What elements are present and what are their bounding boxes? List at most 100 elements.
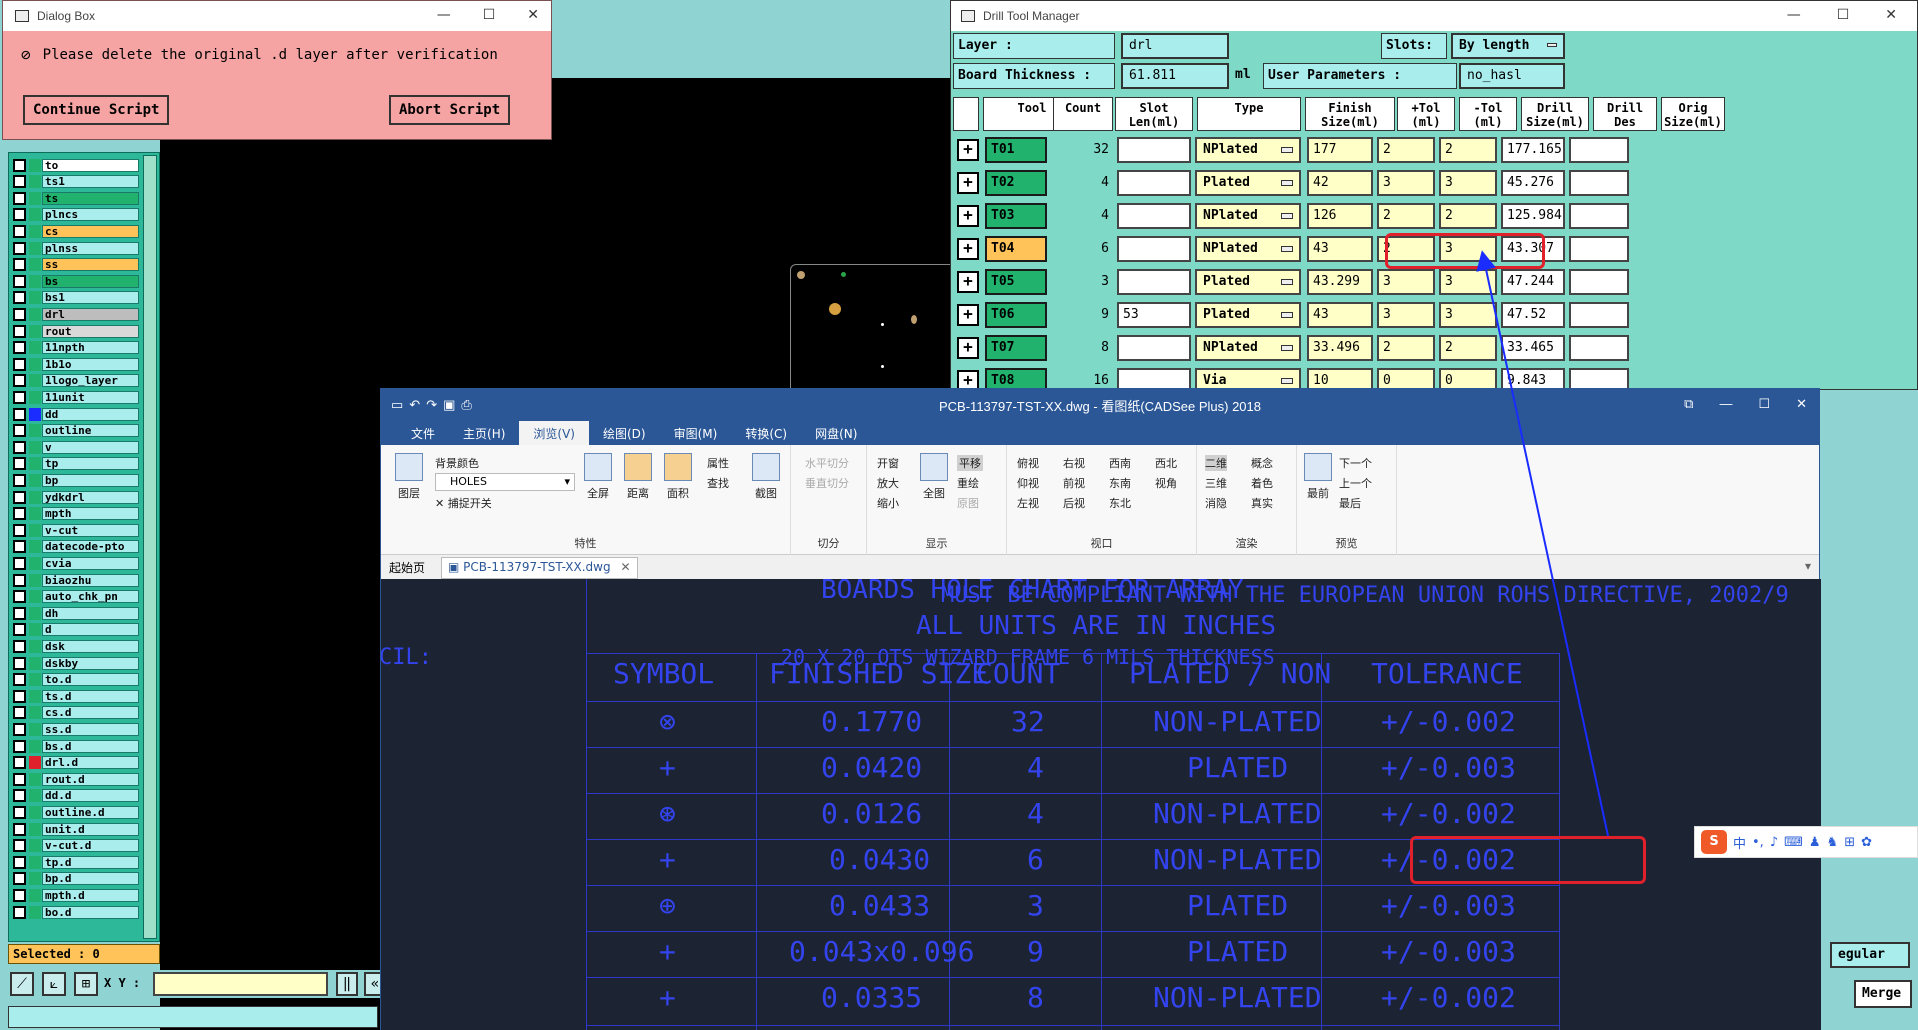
type-dropdown[interactable]: NPlated (1195, 203, 1301, 229)
front-button[interactable]: 最前 (1303, 453, 1333, 501)
plus-tol-input[interactable]: 2 (1377, 335, 1435, 361)
minimize-icon[interactable]: — (1719, 396, 1732, 412)
layer-visibility-checkbox[interactable] (13, 756, 26, 770)
view-button[interactable]: 东南 (1109, 475, 1131, 491)
menu-item[interactable]: 浏览(V) (519, 421, 589, 445)
layer-row[interactable]: 1b1o (13, 357, 139, 371)
layer-row[interactable]: mpth (13, 507, 139, 521)
next-button[interactable]: 下一个 (1339, 455, 1372, 471)
render-mode-button[interactable]: 三维 (1205, 475, 1227, 491)
view-button[interactable]: 俯视 (1017, 455, 1039, 471)
layer-visibility-checkbox[interactable] (13, 822, 26, 836)
restore-icon[interactable]: ⧉ (1684, 396, 1693, 412)
tab-list-icon[interactable]: ▾ (1805, 559, 1811, 573)
layer-row[interactable]: dd (13, 407, 139, 421)
tab-document[interactable]: ▣ PCB-113797-TST-XX.dwg ✕ (441, 557, 638, 579)
xy-input[interactable] (153, 972, 328, 996)
layer-visibility-checkbox[interactable] (13, 606, 26, 620)
drill-size-input[interactable]: 45.276 (1501, 170, 1565, 196)
layer-row[interactable]: 1logo_layer (13, 374, 139, 388)
ime-grid-icon[interactable]: ⊞ (1844, 835, 1855, 850)
minus-tol-input[interactable]: 3 (1439, 269, 1497, 295)
layer-visibility-checkbox[interactable] (13, 772, 26, 786)
layer-row[interactable]: datecode-pto (13, 540, 139, 554)
layer-visibility-checkbox[interactable] (13, 573, 26, 587)
select-tool-icon[interactable]: ⟋ (10, 972, 34, 996)
layer-list-panel[interactable]: to ts1 ts plncs cs plnss ss bs bs1 drl rout 11npth 1… (8, 152, 160, 942)
expand-row-button[interactable]: + (957, 238, 979, 260)
expand-row-button[interactable]: + (957, 337, 979, 359)
view-button[interactable]: 左视 (1017, 495, 1039, 511)
drill-des-input[interactable] (1569, 302, 1629, 328)
view-button[interactable]: 仰视 (1017, 475, 1039, 491)
holes-dropdown[interactable]: HOLES ▾ (435, 473, 575, 491)
layer-row[interactable]: plncs (13, 208, 139, 222)
finish-size-input[interactable]: 177 (1307, 137, 1373, 163)
layer-row[interactable]: tp (13, 457, 139, 471)
maximize-icon[interactable]: ☐ (1758, 396, 1770, 412)
layer-visibility-checkbox[interactable] (13, 739, 26, 753)
render-mode-button[interactable]: 着色 (1251, 475, 1273, 491)
area-button[interactable]: 面积 (661, 453, 695, 501)
slot-length-input[interactable]: 53 (1117, 302, 1191, 328)
layer-row[interactable]: bp.d (13, 872, 139, 886)
menu-item[interactable]: 网盘(N) (801, 421, 871, 445)
layer-visibility-checkbox[interactable] (13, 274, 26, 288)
tool-id[interactable]: T05 (985, 269, 1047, 295)
layer-row[interactable]: 11unit (13, 390, 139, 404)
layer-row[interactable]: drl (13, 307, 139, 321)
drill-size-input[interactable]: 47.52 (1501, 302, 1565, 328)
layer-visibility-checkbox[interactable] (13, 789, 26, 803)
layer-visibility-checkbox[interactable] (13, 656, 26, 670)
distance-button[interactable]: 距离 (621, 453, 655, 501)
view-button[interactable]: 西北 (1155, 455, 1177, 471)
layer-row[interactable]: v-cut (13, 523, 139, 537)
layer-row[interactable]: auto_chk_pn (13, 590, 139, 604)
slot-length-input[interactable] (1117, 170, 1191, 196)
zoom-window-button[interactable]: 开窗 (877, 455, 899, 471)
drill-size-input[interactable]: 47.244 (1501, 269, 1565, 295)
layer-row[interactable]: outline.d (13, 805, 139, 819)
layer-visibility-checkbox[interactable] (13, 623, 26, 637)
tool-id[interactable]: T03 (985, 203, 1047, 229)
layer-visibility-checkbox[interactable] (13, 507, 26, 521)
ime-mic-icon[interactable]: ♪ (1770, 835, 1778, 850)
type-dropdown[interactable]: Plated (1195, 170, 1301, 196)
last-button[interactable]: 最后 (1339, 495, 1361, 511)
undo-icon[interactable]: ↶ (409, 397, 426, 412)
tool-id[interactable]: T07 (985, 335, 1047, 361)
render-mode-button[interactable]: 真实 (1251, 495, 1273, 511)
plus-tol-input[interactable]: 3 (1377, 170, 1435, 196)
slot-length-input[interactable] (1117, 203, 1191, 229)
layer-row[interactable]: ts.d (13, 689, 139, 703)
layer-visibility-checkbox[interactable] (13, 424, 26, 438)
plus-tol-input[interactable]: 2 (1377, 203, 1435, 229)
layer-visibility-checkbox[interactable] (13, 722, 26, 736)
drill-des-input[interactable] (1569, 137, 1629, 163)
layer-visibility-checkbox[interactable] (13, 341, 26, 355)
slot-length-input[interactable] (1117, 269, 1191, 295)
layer-row[interactable]: bs (13, 274, 139, 288)
h-split-button[interactable]: 水平切分 (805, 455, 849, 471)
ime-chinese-mode[interactable]: 中 (1733, 833, 1746, 852)
ime-toolbar[interactable]: S 中 •, ♪ ⌨ ♟ ♞ ⊞ ✿ (1694, 826, 1918, 858)
bg-color-button[interactable]: 背景颜色 (435, 455, 479, 471)
render-mode-button[interactable]: 二维 (1205, 455, 1227, 471)
minus-tol-input[interactable]: 2 (1439, 137, 1497, 163)
drill-des-input[interactable] (1569, 269, 1629, 295)
prev-button[interactable]: 上一个 (1339, 475, 1372, 491)
layer-visibility-checkbox[interactable] (13, 490, 26, 504)
regular-dropdown[interactable]: egular (1830, 942, 1910, 968)
layer-visibility-checkbox[interactable] (13, 673, 26, 687)
layer-row[interactable]: ss (13, 258, 139, 272)
user-params-input[interactable]: no_hasl (1459, 63, 1565, 89)
plus-tol-input[interactable]: 2 (1377, 137, 1435, 163)
layer-row[interactable]: bs1 (13, 291, 139, 305)
layer-visibility-checkbox[interactable] (13, 224, 26, 238)
layer-row[interactable]: cs.d (13, 706, 139, 720)
drill-des-input[interactable] (1569, 335, 1629, 361)
attr-button[interactable]: 属性 (707, 455, 729, 471)
finish-size-input[interactable]: 43 (1307, 302, 1373, 328)
layer-row[interactable]: bp (13, 473, 139, 487)
layer-visibility-checkbox[interactable] (13, 473, 26, 487)
